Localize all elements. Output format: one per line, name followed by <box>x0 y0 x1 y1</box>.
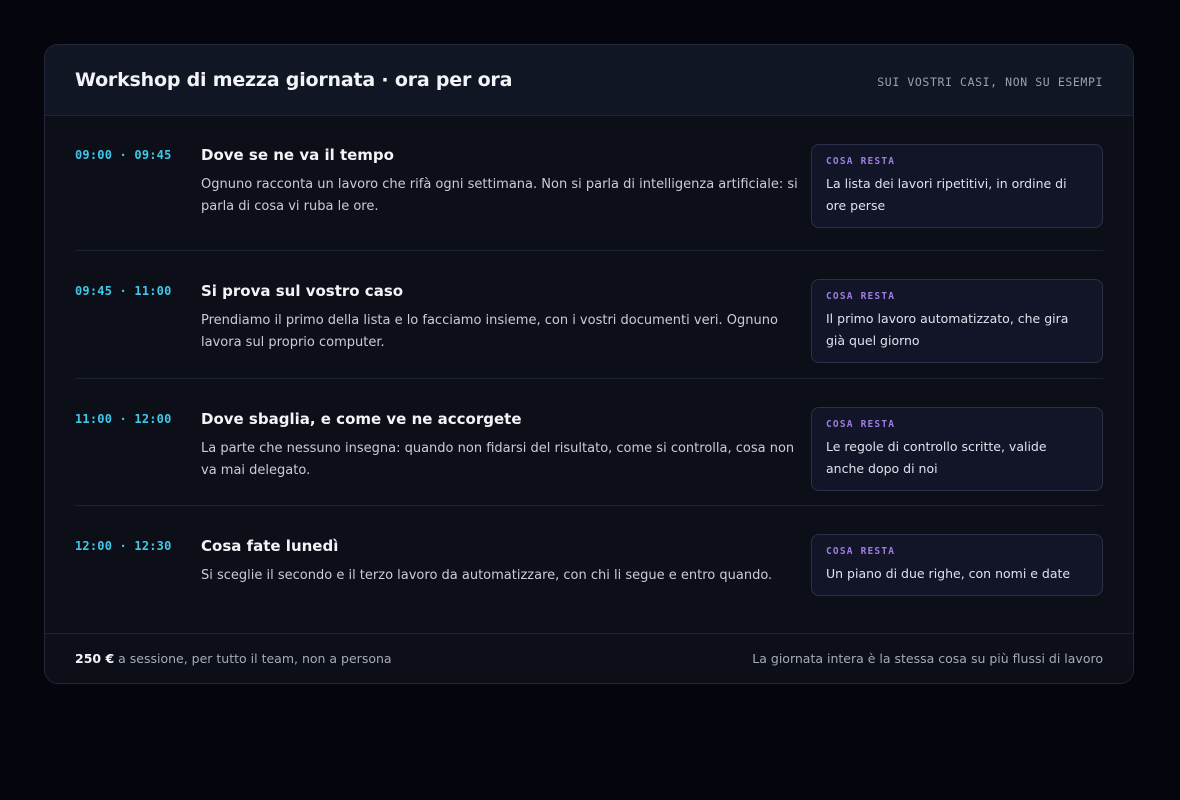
price-note: a sessione, per tutto il team, non a per… <box>114 651 392 666</box>
session-title: Cosa fate lunedì <box>201 537 339 555</box>
session-time: 09:00 · 09:45 <box>75 148 172 162</box>
session-description: Ognuno racconta un lavoro che rifà ogni … <box>201 177 798 214</box>
session-title: Si prova sul vostro caso <box>201 282 404 300</box>
session-description: La parte che nessuno insegna: quando non… <box>201 441 795 478</box>
session-time: 09:45 · 11:00 <box>75 284 172 298</box>
card-footer: 250 € a sessione, per tutto il team, non… <box>45 633 1133 683</box>
result-label: COSA RESTA <box>826 419 896 430</box>
session-time: 11:00 · 12:00 <box>75 412 172 426</box>
page-title: Workshop di mezza giornata · ora per ora <box>75 69 513 91</box>
result-label: COSA RESTA <box>826 546 896 557</box>
session-row: 09:00 · 09:45 Dove se ne va il tempo Ogn… <box>75 116 1103 251</box>
session-row: 09:45 · 11:00 Si prova sul vostro caso P… <box>75 251 1103 379</box>
header-tagline: SUI VOSTRI CASI, NON SU ESEMPI <box>877 75 1103 89</box>
result-text: Un piano di due righe, con nomi e date <box>826 566 1071 581</box>
session-row: 11:00 · 12:00 Dove sbaglia, e come ve ne… <box>75 379 1103 506</box>
session-description: Prendiamo il primo della lista e lo facc… <box>201 313 778 350</box>
session-list: 09:00 · 09:45 Dove se ne va il tempo Ogn… <box>75 116 1103 634</box>
result-label: COSA RESTA <box>826 156 896 167</box>
session-result-box: COSA RESTA Il primo lavoro automatizzato… <box>811 279 1103 363</box>
card-header: Workshop di mezza giornata · ora per ora… <box>45 45 1133 116</box>
result-text: La lista dei lavori ripetitivi, in ordin… <box>826 176 1067 213</box>
price-amount: 250 € <box>75 651 115 666</box>
session-title: Dove se ne va il tempo <box>201 146 394 164</box>
session-body: Dove se ne va il tempo Ognuno racconta u… <box>201 145 801 218</box>
session-row: 12:00 · 12:30 Cosa fate lunedì Si scegli… <box>75 506 1103 634</box>
session-body: Dove sbaglia, e come ve ne accorgete La … <box>201 409 801 482</box>
session-result-box: COSA RESTA Un piano di due righe, con no… <box>811 534 1103 596</box>
workshop-card: Workshop di mezza giornata · ora per ora… <box>44 44 1134 684</box>
result-text: Le regole di controllo scritte, valide a… <box>826 439 1047 476</box>
session-title: Dove sbaglia, e come ve ne accorgete <box>201 410 522 428</box>
session-description: Si sceglie il secondo e il terzo lavoro … <box>201 568 773 583</box>
session-body: Si prova sul vostro caso Prendiamo il pr… <box>201 281 801 354</box>
session-time: 12:00 · 12:30 <box>75 539 172 553</box>
session-body: Cosa fate lunedì Si sceglie il secondo e… <box>201 536 801 587</box>
price-info: 250 € a sessione, per tutto il team, non… <box>75 651 392 666</box>
session-result-box: COSA RESTA La lista dei lavori ripetitiv… <box>811 144 1103 228</box>
result-label: COSA RESTA <box>826 291 896 302</box>
footer-note: La giornata intera è la stessa cosa su p… <box>752 651 1103 666</box>
result-text: Il primo lavoro automatizzato, che gira … <box>826 311 1069 348</box>
session-result-box: COSA RESTA Le regole di controllo scritt… <box>811 407 1103 491</box>
